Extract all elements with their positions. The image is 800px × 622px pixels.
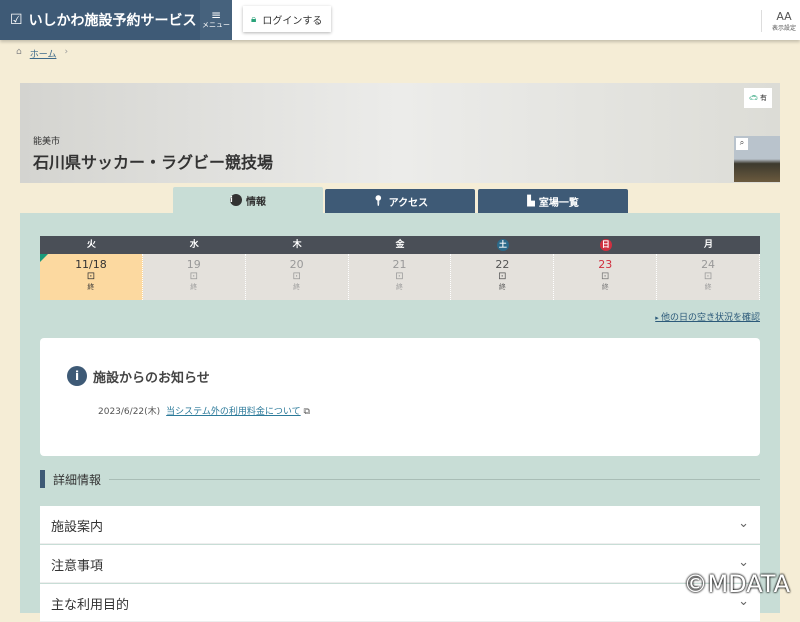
login-button[interactable]: 🔒︎ ログインする	[243, 6, 331, 32]
car-icon: 🚗︎	[749, 94, 758, 102]
tab-rooms[interactable]: ▙ 室場一覧	[478, 189, 628, 213]
day-cell[interactable]: 20 ⊡ 終	[245, 254, 349, 300]
facility-icon: ⊡	[395, 271, 404, 282]
other-days-link[interactable]: ▸ 他の日の空き状況を確認	[655, 310, 760, 323]
header: ☑ いしかわ施設予約サービス ≡ メニュー 🔒︎ ログインする AA 表示設定	[0, 0, 800, 40]
facility-icon: ⊡	[189, 271, 198, 282]
day-cell[interactable]: 21 ⊡ 終	[348, 254, 452, 300]
day-cell[interactable]: 24 ⊡ 終	[657, 254, 760, 300]
facility-icon: ⊡	[703, 271, 713, 282]
facility-name: 石川県サッカー・ラグビー競技場	[33, 153, 274, 172]
dow-mon: 月	[657, 236, 760, 254]
dow-fri: 金	[348, 236, 452, 254]
tab-access[interactable]: 📍︎ アクセス	[325, 189, 475, 213]
facility-icon: ⊡	[498, 271, 507, 282]
lock-icon: 🔒︎	[251, 13, 257, 25]
facility-icon: ⊡	[292, 271, 301, 282]
tab-info[interactable]: i 情報	[173, 187, 323, 213]
menu-button[interactable]: ≡ メニュー	[200, 0, 232, 40]
dow-sun: 日	[554, 236, 658, 254]
availability-calendar: 火 水 木 金 土 日 月 11/18 ⊡ 終 19 ⊡ 終 20 ⊡ 終 21 ⊡ 終 22 ⊡…	[40, 236, 760, 300]
notice-card: i 施設からのお知らせ 2023/6/22(木) 当システム外の利用料金について ⧉	[40, 338, 760, 456]
hamburger-icon: ≡	[210, 8, 222, 22]
calendar-icon: ☑	[10, 12, 23, 28]
day-cell[interactable]: 19 ⊡ 終	[142, 254, 246, 300]
info-icon: i	[230, 194, 242, 206]
dow-sat: 土	[451, 236, 555, 254]
facility-banner: 能美市 石川県サッカー・ラグビー競技場 🚗︎ 有 ⌕	[20, 83, 780, 183]
facility-icon: ⊡	[601, 271, 610, 282]
accordion-facility-guide[interactable]: 施設案内 ⌄	[40, 506, 760, 544]
zoom-icon: ⌕	[736, 138, 748, 150]
details-section-heading: 詳細情報	[40, 470, 760, 488]
home-icon: ⌂	[16, 47, 22, 57]
map-pin-icon: 📍︎	[371, 195, 385, 207]
facility-photo[interactable]: ⌕	[734, 136, 780, 182]
parking-badge: 🚗︎ 有	[744, 88, 772, 108]
external-link-icon: ⧉	[303, 407, 310, 417]
info-icon: i	[67, 366, 87, 386]
dow-tue: 火	[40, 236, 143, 254]
dow-wed: 水	[142, 236, 246, 254]
day-cell[interactable]: 23 ⊡ 終	[554, 254, 658, 300]
notice-link[interactable]: 当システム外の利用料金について	[166, 407, 300, 417]
site-title[interactable]: ☑ いしかわ施設予約サービス	[0, 0, 200, 40]
accordion-purposes[interactable]: 主な利用目的 ⌄	[40, 584, 760, 622]
watermark: ©MDATA	[683, 570, 790, 598]
day-cell[interactable]: 22 ⊡ 終	[451, 254, 555, 300]
facility-icon: ⊡	[86, 271, 96, 282]
chevron-down-icon: ⌄	[738, 516, 749, 531]
accordion-notes[interactable]: 注意事項 ⌄	[40, 545, 760, 583]
breadcrumb: ⌂ ホーム ›	[16, 47, 69, 60]
dow-thu: 木	[245, 236, 349, 254]
facility-city: 能美市	[33, 137, 61, 147]
building-icon: ▙	[527, 195, 535, 207]
display-settings-button[interactable]: AA 表示設定	[760, 10, 796, 32]
breadcrumb-home[interactable]: ホーム	[30, 47, 57, 60]
day-cell[interactable]: 11/18 ⊡ 終	[40, 254, 143, 300]
